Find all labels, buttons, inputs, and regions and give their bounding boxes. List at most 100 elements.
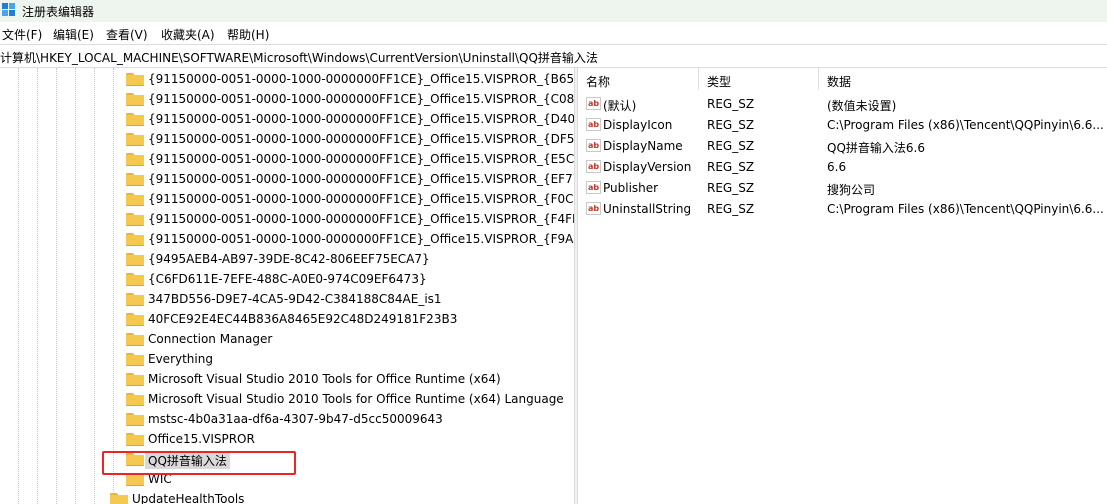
tree-item-label: {91150000-0051-0000-1000-0000000FF1CE}_O… — [148, 232, 574, 246]
tree-item[interactable]: {91150000-0051-0000-1000-0000000FF1CE}_O… — [0, 189, 574, 209]
tree-item-label: {9495AEB4-AB97-39DE-8C42-806EEF75ECA7} — [148, 252, 430, 266]
tree-item-label: {91150000-0051-0000-1000-0000000FF1CE}_O… — [148, 132, 574, 146]
folder-icon — [126, 313, 144, 326]
tree-item[interactable]: 40FCE92E4EC44B836A8465E92C48D249181F23B3 — [0, 309, 574, 329]
value-data: C:\Program Files (x86)\Tencent\QQPinyin\… — [827, 118, 1104, 132]
value-row[interactable]: ab Publisher REG_SZ 搜狗公司 — [578, 177, 1107, 198]
tree-item[interactable]: UpdateHealthTools — [0, 489, 574, 504]
folder-icon — [126, 153, 144, 166]
menu-edit[interactable]: 编辑(E) — [53, 26, 94, 43]
folder-icon — [126, 193, 144, 206]
tree-item-label: {C6FD611E-7EFE-488C-A0E0-974C09EF6473} — [148, 272, 427, 286]
address-path[interactable]: 计算机\HKEY_LOCAL_MACHINE\SOFTWARE\Microsof… — [0, 49, 598, 66]
tree-item-label: {91150000-0051-0000-1000-0000000FF1CE}_O… — [148, 212, 574, 226]
registry-tree[interactable]: {91150000-0051-0000-1000-0000000FF1CE}_O… — [0, 68, 574, 504]
tree-item-label: 347BD556-D9E7-4CA5-9D42-C384188C84AE_is1 — [148, 292, 442, 306]
folder-icon — [126, 393, 144, 406]
folder-icon — [126, 73, 144, 86]
tree-item[interactable]: {91150000-0051-0000-1000-0000000FF1CE}_O… — [0, 169, 574, 189]
folder-icon — [126, 353, 144, 366]
tree-item-label: Microsoft Visual Studio 2010 Tools for O… — [148, 372, 501, 386]
folder-icon — [126, 133, 144, 146]
column-header-name[interactable]: 名称 — [578, 68, 698, 90]
folder-icon — [126, 173, 144, 186]
window-title: 注册表编辑器 — [22, 5, 95, 19]
folder-icon — [126, 293, 144, 306]
tree-item-label: UpdateHealthTools — [132, 492, 245, 504]
tree-item[interactable]: {91150000-0051-0000-1000-0000000FF1CE}_O… — [0, 69, 574, 89]
value-row[interactable]: ab UninstallString REG_SZ C:\Program Fil… — [578, 198, 1107, 219]
value-name: UninstallString — [603, 202, 692, 216]
string-value-icon: ab — [586, 202, 601, 215]
tree-item[interactable]: Microsoft Visual Studio 2010 Tools for O… — [0, 369, 574, 389]
folder-icon — [126, 333, 144, 346]
menu-view[interactable]: 查看(V) — [106, 26, 148, 43]
tree-item[interactable]: Everything — [0, 349, 574, 369]
value-type: REG_SZ — [707, 160, 755, 174]
menu-help[interactable]: 帮助(H) — [227, 26, 269, 43]
folder-icon — [126, 373, 144, 386]
value-row[interactable]: ab DisplayName REG_SZ QQ拼音输入法6.6 — [578, 135, 1107, 156]
tree-item-label: mstsc-4b0a31aa-df6a-4307-9b47-d5cc500096… — [148, 412, 443, 426]
tree-item[interactable]: {91150000-0051-0000-1000-0000000FF1CE}_O… — [0, 149, 574, 169]
folder-icon — [126, 113, 144, 126]
value-name: DisplayVersion — [603, 160, 692, 174]
tree-item[interactable]: 347BD556-D9E7-4CA5-9D42-C384188C84AE_is1 — [0, 289, 574, 309]
tree-item[interactable]: {91150000-0051-0000-1000-0000000FF1CE}_O… — [0, 209, 574, 229]
string-value-icon: ab — [586, 118, 601, 131]
column-header-type[interactable]: 类型 — [699, 68, 818, 90]
tree-item[interactable]: {91150000-0051-0000-1000-0000000FF1CE}_O… — [0, 109, 574, 129]
regedit-icon — [2, 3, 15, 16]
tree-item-label: Connection Manager — [148, 332, 273, 346]
tree-item[interactable]: {91150000-0051-0000-1000-0000000FF1CE}_O… — [0, 89, 574, 109]
folder-icon — [110, 493, 128, 504]
address-bar[interactable]: 计算机\HKEY_LOCAL_MACHINE\SOFTWARE\Microsof… — [0, 44, 1107, 68]
value-row[interactable]: ab DisplayVersion REG_SZ 6.6 — [578, 156, 1107, 177]
string-value-icon: ab — [586, 160, 601, 173]
tree-item[interactable]: {C6FD611E-7EFE-488C-A0E0-974C09EF6473} — [0, 269, 574, 289]
tree-item[interactable]: {91150000-0051-0000-1000-0000000FF1CE}_O… — [0, 129, 574, 149]
tree-item-label: 40FCE92E4EC44B836A8465E92C48D249181F23B3 — [148, 312, 458, 326]
tree-item-label: {91150000-0051-0000-1000-0000000FF1CE}_O… — [148, 192, 574, 206]
folder-icon — [126, 213, 144, 226]
highlight-annotation — [102, 451, 296, 475]
string-value-icon: ab — [586, 181, 601, 194]
folder-icon — [126, 253, 144, 266]
value-type: REG_SZ — [707, 97, 755, 111]
value-name: Publisher — [603, 181, 659, 195]
tree-item[interactable]: Office15.VISPROR — [0, 429, 574, 449]
folder-icon — [126, 413, 144, 426]
value-type: REG_SZ — [707, 139, 755, 153]
folder-icon — [126, 93, 144, 106]
folder-icon — [126, 433, 144, 446]
value-name: DisplayIcon — [603, 118, 673, 132]
tree-item[interactable]: mstsc-4b0a31aa-df6a-4307-9b47-d5cc500096… — [0, 409, 574, 429]
tree-item[interactable]: Connection Manager — [0, 329, 574, 349]
value-data: C:\Program Files (x86)\Tencent\QQPinyin\… — [827, 202, 1104, 216]
tree-item-label: Microsoft Visual Studio 2010 Tools for O… — [148, 392, 564, 406]
string-value-icon: ab — [586, 139, 601, 152]
tree-item-label: Office15.VISPROR — [148, 432, 255, 446]
value-type: REG_SZ — [707, 118, 755, 132]
value-type: REG_SZ — [707, 181, 755, 195]
value-name: (默认) — [603, 99, 637, 113]
tree-item[interactable]: {91150000-0051-0000-1000-0000000FF1CE}_O… — [0, 229, 574, 249]
title-bar: 注册表编辑器 — [0, 0, 1107, 22]
menu-bar: 文件(F) 编辑(E) 查看(V) 收藏夹(A) 帮助(H) — [0, 22, 1107, 44]
tree-item-label: {91150000-0051-0000-1000-0000000FF1CE}_O… — [148, 72, 574, 86]
menu-favorites[interactable]: 收藏夹(A) — [161, 26, 215, 43]
tree-item-label: {91150000-0051-0000-1000-0000000FF1CE}_O… — [148, 92, 574, 106]
tree-item[interactable]: Microsoft Visual Studio 2010 Tools for O… — [0, 389, 574, 409]
value-row[interactable]: ab DisplayIcon REG_SZ C:\Program Files (… — [578, 114, 1107, 135]
value-name: DisplayName — [603, 139, 683, 153]
tree-item[interactable]: {9495AEB4-AB97-39DE-8C42-806EEF75ECA7} — [0, 249, 574, 269]
menu-file[interactable]: 文件(F) — [2, 26, 42, 43]
tree-item-label: {91150000-0051-0000-1000-0000000FF1CE}_O… — [148, 152, 574, 166]
value-data: (数值未设置) — [827, 99, 897, 113]
value-row[interactable]: ab (默认) REG_SZ (数值未设置) — [578, 93, 1107, 114]
values-list[interactable]: 名称 类型 数据 ab (默认) REG_SZ (数值未设置) ab Displ… — [578, 68, 1107, 504]
folder-icon — [126, 233, 144, 246]
column-header-data[interactable]: 数据 — [819, 68, 1107, 90]
tree-item-label: Everything — [148, 352, 213, 366]
tree-item-label: {91150000-0051-0000-1000-0000000FF1CE}_O… — [148, 112, 574, 126]
